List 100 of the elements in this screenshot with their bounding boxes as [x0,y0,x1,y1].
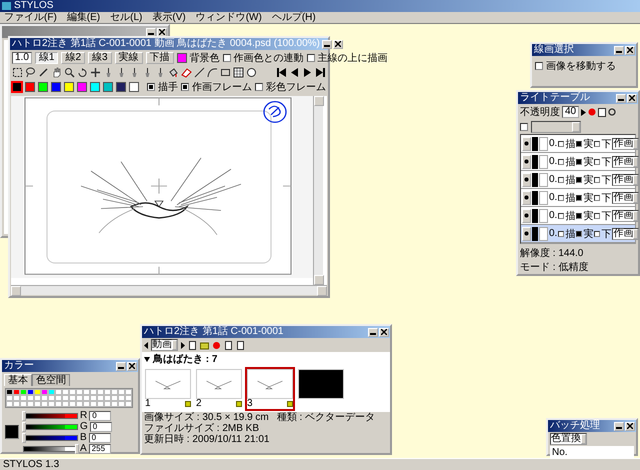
palette-swatch[interactable] [116,82,126,92]
close-button[interactable] [627,94,637,102]
palette-swatch[interactable] [64,82,74,92]
checkbox[interactable] [594,176,600,182]
palette-swatch[interactable] [6,389,13,395]
checkbox[interactable] [181,83,189,91]
menu-item[interactable]: ファイル(F) [4,12,57,23]
minimize-button[interactable] [614,422,624,430]
palette-grid[interactable] [5,388,133,408]
checkbox[interactable] [558,194,564,200]
rect-icon[interactable] [220,67,231,78]
checkbox[interactable] [558,212,564,218]
palette-swatch[interactable] [41,389,48,395]
close-button[interactable] [625,46,635,54]
menu-item[interactable]: 表示(V) [152,12,186,23]
checkbox[interactable] [306,54,315,62]
eye-icon[interactable] [522,190,531,204]
mode-dropdown[interactable]: 作画 [612,138,640,150]
palette-swatch[interactable] [51,82,61,92]
move-icon[interactable] [90,67,101,78]
minimize-button[interactable] [368,328,378,336]
menu-item[interactable]: 編集(E) [66,12,100,23]
palette-swatch[interactable] [34,389,41,395]
palette-swatch[interactable] [77,82,87,92]
checkbox[interactable] [594,194,600,200]
refresh-icon[interactable] [608,108,616,116]
slider-thumb[interactable] [75,444,79,454]
channel-field[interactable]: 0 [88,432,111,442]
channel-field[interactable]: 0 [89,410,112,420]
layer-dropdown[interactable]: 動画 [151,339,178,351]
minimize-button[interactable] [616,94,626,102]
dropdown[interactable] [531,121,581,133]
palette-swatch[interactable] [129,82,139,92]
line-button[interactable]: 下描 [146,52,174,64]
slider-thumb[interactable] [22,432,26,442]
mode-dropdown[interactable]: 作画 [612,192,640,204]
eye-icon[interactable] [522,154,531,168]
checkbox[interactable] [594,230,600,236]
line-icon[interactable] [194,67,205,78]
color-slider[interactable] [23,434,78,440]
checkbox[interactable] [558,158,564,164]
line-button[interactable]: 線3 [88,52,112,64]
mode-dropdown[interactable]: 作画 [612,156,640,168]
checkbox[interactable] [255,83,263,91]
palette-swatch[interactable] [38,82,48,92]
color-slider[interactable] [23,446,78,452]
right-arrow-icon[interactable] [181,342,185,348]
play-icon[interactable] [302,67,313,78]
line-button[interactable]: 実線 [114,52,143,64]
minimize-button[interactable] [116,362,126,370]
checkbox[interactable] [558,230,564,236]
left-arrow-icon[interactable] [144,342,148,348]
eraser-icon[interactable] [181,67,192,78]
folder-icon[interactable] [200,340,209,350]
close-button[interactable] [332,40,343,48]
copy-icon[interactable] [224,340,233,350]
channel-field[interactable]: 255 [88,444,111,454]
checkbox[interactable] [576,140,582,146]
size-field[interactable]: 1.0 [12,52,32,64]
curve-icon[interactable] [207,67,218,78]
checkbox[interactable] [222,54,231,62]
last-frame-icon[interactable] [315,67,326,78]
mode-dropdown[interactable]: 作画 [612,174,640,186]
grid-icon[interactable] [236,340,245,350]
menu-item[interactable]: ウィンドウ(W) [196,12,262,23]
palette-swatch[interactable] [48,389,55,395]
lasso-icon[interactable] [25,67,36,78]
checkbox[interactable] [576,230,582,236]
rotate-icon[interactable] [77,67,88,78]
slider-thumb[interactable] [22,410,26,420]
tab[interactable]: 色空間 [32,374,70,386]
palette-swatch[interactable] [103,82,113,92]
checkbox[interactable] [594,212,600,218]
cell-thumbnail[interactable]: 3 [245,367,295,411]
checkbox[interactable] [576,158,582,164]
checkbox[interactable] [576,176,582,182]
opacity-field[interactable]: 40 [562,106,580,118]
minimize-button[interactable] [322,40,332,48]
channel-field[interactable]: 0 [90,422,112,432]
tab[interactable]: 基本 [4,374,32,386]
palette-swatch[interactable] [12,82,22,92]
first-frame-icon[interactable] [276,67,287,78]
eye-icon[interactable] [522,136,531,150]
palette-swatch[interactable] [27,389,34,395]
grid-icon[interactable] [233,67,244,78]
checkbox[interactable] [576,194,582,200]
eye-icon[interactable] [522,208,531,222]
close-button[interactable] [127,362,137,370]
line-button[interactable]: 線2 [61,52,86,64]
collapse-triangle-icon[interactable] [144,356,150,362]
palette-swatch[interactable] [13,389,20,395]
close-button[interactable] [625,422,635,430]
color-slider[interactable] [23,424,78,430]
pen-icon[interactable] [38,67,49,78]
action-dropdown[interactable]: 色置換 [550,433,587,445]
magnifier-icon[interactable] [64,67,75,78]
checkbox[interactable] [576,212,582,218]
drawing-canvas[interactable] [11,96,313,278]
previous-icon[interactable] [289,67,300,78]
checkbox[interactable] [594,140,600,146]
